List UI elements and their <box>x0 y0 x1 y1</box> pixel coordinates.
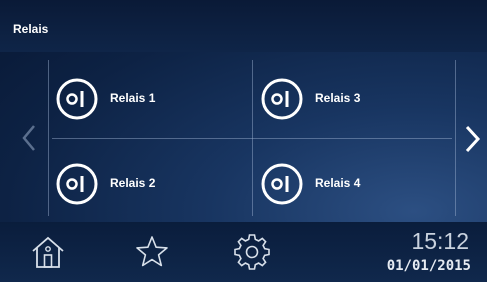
power-toggle-icon <box>56 163 98 205</box>
gear-icon <box>234 234 270 270</box>
favorites-button[interactable] <box>132 232 172 272</box>
relay-4-label: Relais 4 <box>315 176 361 190</box>
relay-3-button[interactable]: Relais 3 <box>257 74 437 124</box>
header-bar: Relais <box>0 0 487 52</box>
home-icon <box>32 236 64 268</box>
grid-divider-middle <box>52 138 452 139</box>
chevron-right-icon <box>465 125 481 153</box>
relay-1-label: Relais 1 <box>110 91 156 105</box>
grid-divider-left <box>48 60 49 216</box>
chevron-left-icon <box>22 125 35 151</box>
page-title: Relais <box>13 22 49 36</box>
relay-2-label: Relais 2 <box>110 176 156 190</box>
relay-4-button[interactable]: Relais 4 <box>257 159 437 209</box>
grid-divider-right <box>455 60 456 216</box>
clock-date: 01/01/2015 <box>386 258 471 274</box>
relay-3-label: Relais 3 <box>315 91 361 105</box>
star-icon <box>136 236 168 267</box>
previous-page-button[interactable] <box>18 122 40 154</box>
relay-screen: Relais Relais 1 Relais 2 Relais 3 Relais… <box>0 0 487 282</box>
power-toggle-icon <box>261 78 303 120</box>
home-button[interactable] <box>28 232 68 272</box>
power-toggle-icon <box>261 163 303 205</box>
footer-bar: 15:12 01/01/2015 <box>0 222 487 282</box>
relay-2-button[interactable]: Relais 2 <box>52 159 232 209</box>
power-toggle-icon <box>56 78 98 120</box>
settings-button[interactable] <box>232 232 272 272</box>
next-page-button[interactable] <box>460 122 484 156</box>
relay-1-button[interactable]: Relais 1 <box>52 74 232 124</box>
clock-time: 15:12 <box>411 228 469 254</box>
